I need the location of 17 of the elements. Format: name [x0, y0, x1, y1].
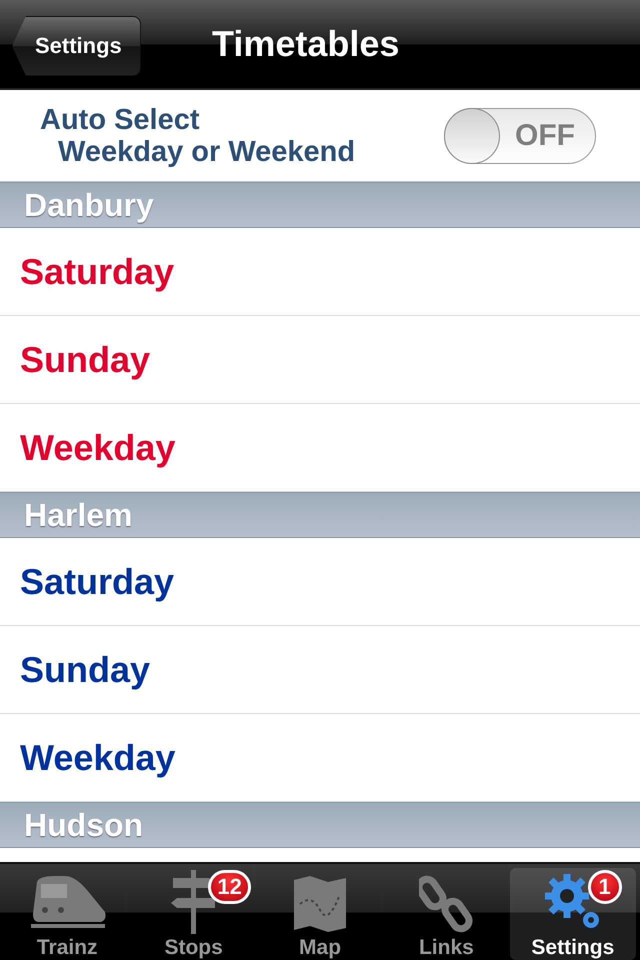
map-icon [292, 874, 348, 934]
section-header: Harlem [0, 492, 640, 538]
link-icon [419, 874, 474, 934]
count-badge: 1 [588, 870, 622, 904]
tab-item[interactable]: Settings 1 [510, 868, 636, 960]
setting-label: Weekday or Weekend [57, 136, 356, 168]
tab-item[interactable]: Map [256, 868, 384, 960]
count-badge: 12 [208, 870, 251, 904]
tab-item[interactable]: Links [383, 868, 510, 960]
back-button[interactable]: Settings [12, 16, 141, 76]
section-header: Danbury [0, 182, 640, 228]
tab-item[interactable]: Trainz [4, 868, 130, 960]
setting-label: Auto Select [40, 104, 201, 136]
section-header: Hudson [0, 802, 640, 848]
tab-item[interactable]: Stops 12 [130, 868, 257, 960]
nav-title: Timetables [212, 23, 400, 65]
toggle-switch[interactable]: OFF [444, 108, 596, 164]
